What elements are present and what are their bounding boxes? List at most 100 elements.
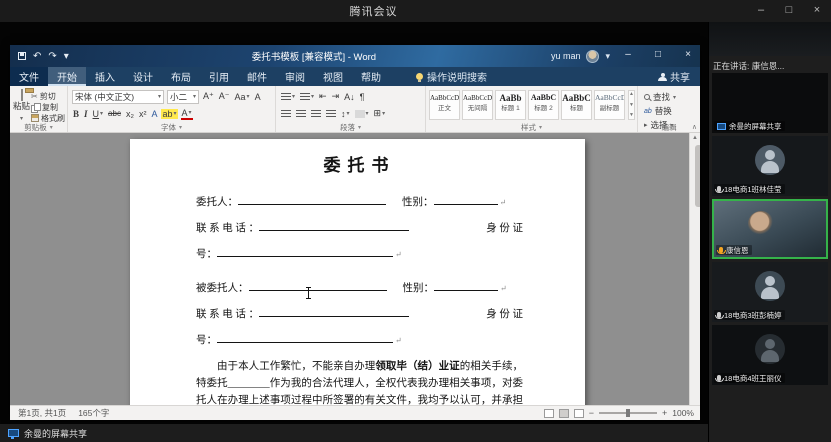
zoom-out-button[interactable]: − — [589, 408, 594, 418]
tab-view[interactable]: 视图 — [314, 67, 352, 86]
document-canvas[interactable]: 委托书 委托人： 性别： ↵ 联 系 电 话 ： 身 份 证 号： ↵ 被委托人… — [10, 133, 700, 405]
dialog-launcher-icon[interactable]: ▾ — [539, 124, 542, 131]
word-count[interactable]: 165个字 — [78, 407, 109, 419]
tab-file[interactable]: 文件 — [10, 67, 48, 86]
gallery-more-icon[interactable]: ▼ — [629, 113, 634, 118]
participant-avatar — [755, 334, 785, 364]
dialog-launcher-icon[interactable]: ▾ — [179, 124, 182, 131]
copy-icon — [31, 102, 41, 113]
tell-me-label: 操作说明搜索 — [427, 73, 487, 84]
meeting-titlebar: 腾讯会议 – □ × — [0, 0, 831, 22]
numbering-icon[interactable]: ▾ — [299, 92, 315, 101]
gallery-down-icon[interactable]: ▼ — [629, 102, 634, 108]
document-page[interactable]: 委托书 委托人： 性别： ↵ 联 系 电 话 ： 身 份 证 号： ↵ 被委托人… — [130, 139, 585, 405]
tab-home[interactable]: 开始 — [48, 67, 86, 86]
tell-me-search[interactable]: 操作说明搜索 — [416, 67, 487, 86]
dialog-launcher-icon[interactable]: ▾ — [358, 124, 361, 131]
save-icon[interactable] — [18, 52, 26, 60]
participant-thumb-screenshare[interactable]: 余曼的屏幕共享 — [712, 73, 828, 133]
copy-button[interactable]: 复制 — [31, 102, 65, 113]
justify-icon[interactable] — [325, 109, 337, 118]
italic-button[interactable]: I — [83, 109, 89, 119]
account-name[interactable]: yu man — [551, 51, 581, 61]
find-button[interactable]: 查找 ▾ — [644, 91, 694, 103]
styles-gallery-scroll[interactable]: ▲ ▼ ▼ — [628, 90, 635, 120]
style-heading2[interactable]: AaBbC 标题 2 — [528, 90, 559, 120]
collapse-ribbon-icon[interactable]: ∧ — [692, 123, 697, 131]
paste-button[interactable]: 粘贴▾ — [12, 88, 31, 123]
align-center-icon[interactable] — [295, 109, 307, 118]
maximize-button[interactable]: □ — [775, 0, 803, 22]
tab-references[interactable]: 引用 — [200, 67, 238, 86]
line-spacing-icon[interactable]: ↕ ▾ — [340, 109, 351, 119]
tab-design[interactable]: 设计 — [124, 67, 162, 86]
minimize-button[interactable]: – — [747, 0, 775, 22]
clipboard-group: 粘贴▾ ✂ 剪切 复制 格式刷 剪贴板 ▾ — [10, 86, 68, 132]
style-no-spacing[interactable]: AaBbCcDd 无间隔 — [462, 90, 493, 120]
dialog-launcher-icon[interactable]: ▾ — [50, 124, 53, 131]
replace-button[interactable]: ab 替换 — [644, 105, 694, 117]
scroll-up-icon[interactable]: ▲ — [690, 133, 700, 143]
tab-insert[interactable]: 插入 — [86, 67, 124, 86]
increase-indent-icon[interactable]: ⇥ — [331, 91, 341, 102]
style-heading1[interactable]: AaBb 标题 1 — [495, 90, 526, 120]
word-restore-button[interactable]: □ — [646, 45, 670, 67]
word-close-button[interactable]: × — [676, 45, 700, 67]
decrease-indent-icon[interactable]: ⇤ — [318, 91, 328, 102]
participant-thumb[interactable]: 18电商1班林佳莹 — [712, 136, 828, 196]
style-subtitle[interactable]: AaBbCcD 副标题 — [594, 90, 625, 120]
clear-formatting-button[interactable]: A — [254, 92, 262, 102]
font-name-combobox[interactable]: 宋体 (中文正文) ▾ — [72, 89, 164, 104]
font-size-combobox[interactable]: 小二 ▾ — [167, 89, 199, 104]
cut-button[interactable]: ✂ 剪切 — [31, 91, 65, 101]
person-icon — [658, 72, 667, 81]
superscript-button[interactable]: x² — [138, 109, 148, 119]
tab-review[interactable]: 审阅 — [276, 67, 314, 86]
zoom-in-button[interactable]: + — [662, 408, 667, 418]
strikethrough-button[interactable]: abc — [107, 109, 122, 118]
participant-thumb[interactable]: 18电商4班王丽仪 — [712, 325, 828, 385]
close-button[interactable]: × — [803, 0, 831, 22]
shading-icon[interactable]: ▾ — [354, 109, 370, 118]
font-color-button[interactable]: A ▾ — [180, 108, 193, 120]
subscript-button[interactable]: x₂ — [125, 109, 135, 119]
shrink-font-button[interactable]: A⁻ — [218, 91, 231, 102]
vertical-scrollbar[interactable]: ▲ — [689, 133, 700, 405]
underline-button[interactable]: U ▾ — [92, 109, 105, 119]
participant-thumb[interactable]: 18电商3班彭楠婷 — [712, 262, 828, 322]
gallery-up-icon[interactable]: ▲ — [629, 92, 634, 97]
align-right-icon[interactable] — [310, 109, 322, 118]
account-avatar[interactable] — [586, 49, 600, 63]
tab-help[interactable]: 帮助 — [352, 67, 390, 86]
participant-thumb-active-speaker[interactable]: 康信恩 — [712, 199, 828, 259]
share-button[interactable]: 共享 — [648, 67, 700, 86]
web-layout-icon[interactable] — [573, 408, 584, 418]
participant-video-partial[interactable] — [709, 22, 831, 56]
sort-icon[interactable]: A↓ — [343, 92, 356, 102]
zoom-slider[interactable] — [598, 409, 657, 417]
undo-icon[interactable]: ↶ — [33, 51, 41, 62]
borders-icon[interactable]: ⊞ ▾ — [373, 108, 387, 119]
style-title[interactable]: AaBbC 标题 — [561, 90, 592, 120]
redo-icon[interactable]: ↷ — [48, 51, 56, 62]
read-mode-icon[interactable] — [543, 408, 554, 418]
bold-button[interactable]: B — [72, 109, 80, 119]
highlight-button[interactable]: ab ▾ — [161, 108, 178, 119]
style-normal[interactable]: AaBbCcDd 正文 — [429, 90, 460, 120]
scrollbar-thumb[interactable] — [695, 145, 700, 207]
zoom-slider-thumb[interactable] — [625, 409, 630, 417]
print-layout-icon[interactable] — [558, 408, 569, 418]
ribbon-display-options-icon[interactable]: ▾ — [605, 51, 610, 62]
change-case-button[interactable]: Aa ▾ — [234, 92, 251, 102]
show-marks-icon[interactable]: ¶ — [359, 92, 366, 102]
tab-layout[interactable]: 布局 — [162, 67, 200, 86]
align-left-icon[interactable] — [280, 109, 292, 118]
text-effects-button[interactable]: A — [150, 109, 158, 119]
word-minimize-button[interactable]: – — [616, 45, 640, 67]
zoom-level[interactable]: 100% — [672, 408, 694, 418]
tab-mailings[interactable]: 邮件 — [238, 67, 276, 86]
qat-more-icon[interactable]: ▾ — [64, 51, 69, 62]
page-indicator[interactable]: 第1页, 共1页 — [18, 407, 66, 419]
grow-font-button[interactable]: A⁺ — [202, 91, 215, 102]
bullets-icon[interactable]: ▾ — [280, 92, 296, 101]
